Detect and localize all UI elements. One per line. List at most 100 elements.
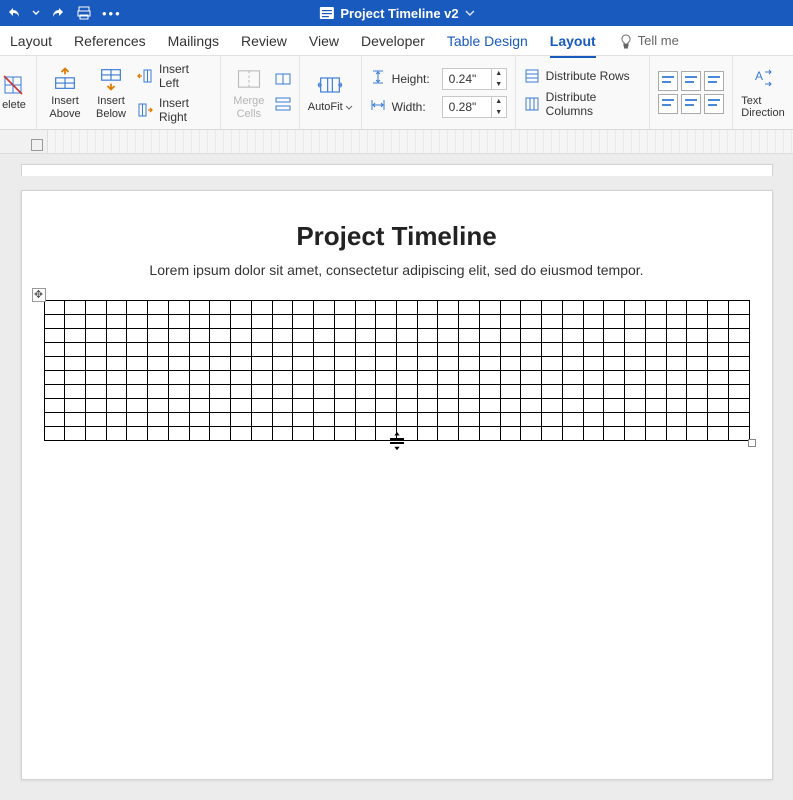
- table-cell[interactable]: [106, 357, 127, 371]
- table-cell[interactable]: [334, 329, 355, 343]
- table-cell[interactable]: [168, 329, 189, 343]
- table-cell[interactable]: [168, 357, 189, 371]
- table-cell[interactable]: [231, 315, 252, 329]
- table-cell[interactable]: [314, 315, 335, 329]
- table-cell[interactable]: [542, 315, 563, 329]
- table-cell[interactable]: [521, 427, 542, 441]
- table-cell[interactable]: [728, 301, 749, 315]
- tab-developer[interactable]: Developer: [361, 29, 425, 53]
- table-cell[interactable]: [438, 315, 459, 329]
- table-cell[interactable]: [210, 427, 231, 441]
- table-cell[interactable]: [708, 413, 729, 427]
- table-cell[interactable]: [438, 329, 459, 343]
- table-cell[interactable]: [334, 427, 355, 441]
- table-cell[interactable]: [44, 413, 65, 427]
- table-cell[interactable]: [148, 371, 169, 385]
- table-cell[interactable]: [189, 413, 210, 427]
- table-cell[interactable]: [728, 343, 749, 357]
- table-cell[interactable]: [708, 427, 729, 441]
- table-cell[interactable]: [334, 385, 355, 399]
- table-cell[interactable]: [625, 385, 646, 399]
- table-cell[interactable]: [44, 371, 65, 385]
- table-cell[interactable]: [687, 315, 708, 329]
- table-cell[interactable]: [148, 399, 169, 413]
- autofit-button[interactable]: AutoFit: [308, 71, 353, 113]
- table-cell[interactable]: [562, 399, 583, 413]
- table-cell[interactable]: [168, 427, 189, 441]
- table-cell[interactable]: [44, 343, 65, 357]
- table-cell[interactable]: [459, 399, 480, 413]
- table-cell[interactable]: [687, 399, 708, 413]
- table-cell[interactable]: [148, 301, 169, 315]
- table-resize-handle[interactable]: [748, 439, 756, 447]
- table-cell[interactable]: [44, 315, 65, 329]
- insert-right-button[interactable]: Insert Right: [137, 96, 212, 124]
- table-cell[interactable]: [85, 357, 106, 371]
- table-cell[interactable]: [272, 357, 293, 371]
- table-cell[interactable]: [314, 427, 335, 441]
- table-cell[interactable]: [708, 399, 729, 413]
- table-cell[interactable]: [355, 413, 376, 427]
- table-cell[interactable]: [85, 301, 106, 315]
- table-cell[interactable]: [334, 343, 355, 357]
- table-cell[interactable]: [355, 301, 376, 315]
- table-cell[interactable]: [521, 413, 542, 427]
- table-cell[interactable]: [604, 301, 625, 315]
- table-cell[interactable]: [542, 427, 563, 441]
- table-cell[interactable]: [272, 413, 293, 427]
- table-cell[interactable]: [604, 427, 625, 441]
- table-cell[interactable]: [65, 385, 86, 399]
- table-cell[interactable]: [438, 427, 459, 441]
- table-cell[interactable]: [708, 371, 729, 385]
- table-cell[interactable]: [106, 343, 127, 357]
- horizontal-ruler[interactable]: [48, 130, 793, 153]
- height-up[interactable]: ▲: [492, 68, 506, 79]
- table-cell[interactable]: [85, 315, 106, 329]
- table-cell[interactable]: [417, 385, 438, 399]
- table-cell[interactable]: [127, 385, 148, 399]
- table-cell[interactable]: [314, 357, 335, 371]
- tab-table-layout[interactable]: Layout: [550, 29, 596, 53]
- table-cell[interactable]: [210, 385, 231, 399]
- table-cell[interactable]: [562, 301, 583, 315]
- width-down[interactable]: ▼: [492, 107, 506, 118]
- table-cell[interactable]: [542, 301, 563, 315]
- table-cell[interactable]: [396, 371, 417, 385]
- table-cell[interactable]: [293, 329, 314, 343]
- table-cell[interactable]: [521, 329, 542, 343]
- table-cell[interactable]: [687, 343, 708, 357]
- table-cell[interactable]: [459, 329, 480, 343]
- table-cell[interactable]: [376, 315, 397, 329]
- undo-more-button[interactable]: [32, 8, 40, 18]
- table-cell[interactable]: [687, 385, 708, 399]
- table-cell[interactable]: [293, 371, 314, 385]
- table-cell[interactable]: [708, 343, 729, 357]
- table-cell[interactable]: [189, 315, 210, 329]
- table-cell[interactable]: [625, 315, 646, 329]
- table-cell[interactable]: [459, 343, 480, 357]
- table-cell[interactable]: [500, 371, 521, 385]
- table-cell[interactable]: [293, 413, 314, 427]
- table-cell[interactable]: [210, 315, 231, 329]
- width-spinner[interactable]: 0.28" ▲ ▼: [442, 96, 507, 118]
- table-cell[interactable]: [396, 301, 417, 315]
- table-cell[interactable]: [148, 385, 169, 399]
- table-cell[interactable]: [583, 357, 604, 371]
- table-cell[interactable]: [500, 357, 521, 371]
- more-qat-button[interactable]: •••: [102, 6, 122, 21]
- table-cell[interactable]: [625, 371, 646, 385]
- table-cell[interactable]: [355, 357, 376, 371]
- table-cell[interactable]: [500, 399, 521, 413]
- table-cell[interactable]: [562, 413, 583, 427]
- table-cell[interactable]: [189, 301, 210, 315]
- table-cell[interactable]: [376, 385, 397, 399]
- table-cell[interactable]: [666, 357, 687, 371]
- tab-table-design[interactable]: Table Design: [447, 29, 528, 53]
- table-cell[interactable]: [65, 343, 86, 357]
- table-cell[interactable]: [479, 371, 500, 385]
- table-cell[interactable]: [251, 315, 272, 329]
- table-cell[interactable]: [583, 385, 604, 399]
- table-row[interactable]: [44, 385, 749, 399]
- table-cell[interactable]: [728, 399, 749, 413]
- width-up[interactable]: ▲: [492, 96, 506, 107]
